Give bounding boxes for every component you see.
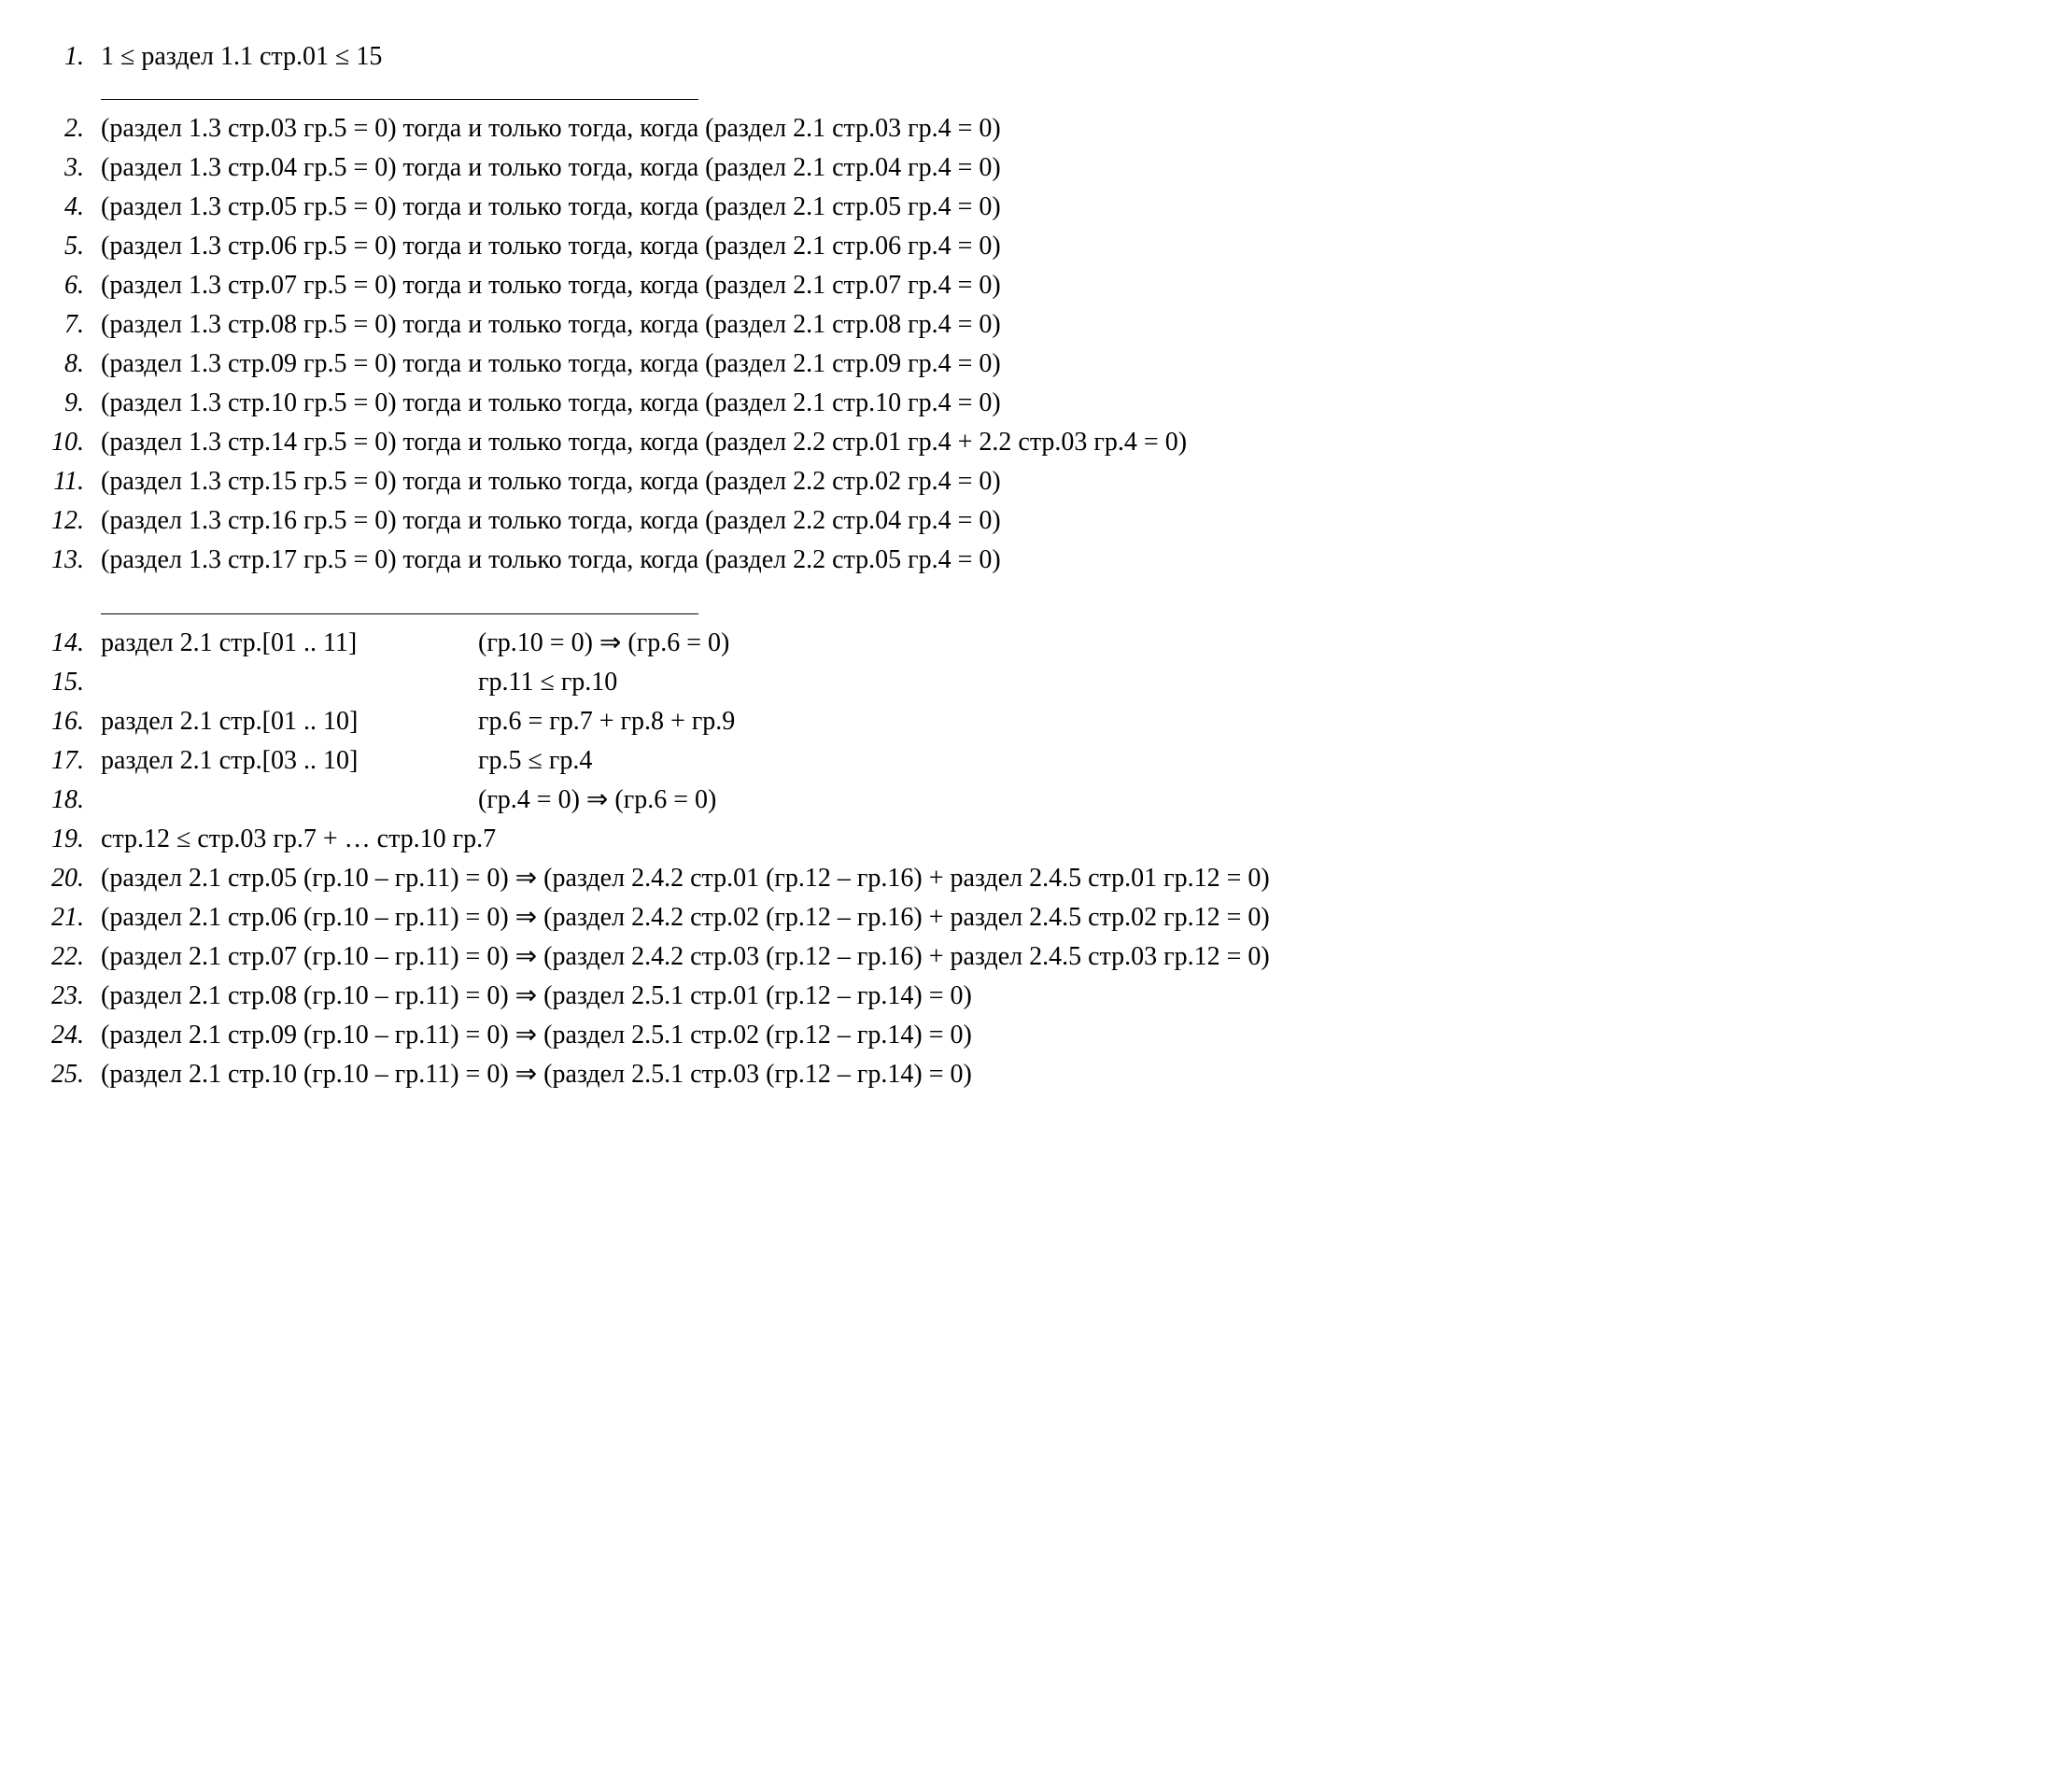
item-text: (раздел 1.3 стр.04 гр.5 = 0) тогда и тол… (101, 148, 2035, 188)
list-item: 25. (раздел 2.1 стр.10 (гр.10 – гр.11) =… (19, 1055, 2035, 1094)
item-text: (раздел 2.1 стр.10 (гр.10 – гр.11) = 0) … (101, 1055, 2035, 1094)
item-number: 24. (19, 1016, 101, 1055)
list-item: 2. (раздел 1.3 стр.03 гр.5 = 0) тогда и … (19, 109, 2035, 148)
item-text: (раздел 1.3 стр.10 гр.5 = 0) тогда и тол… (101, 384, 2035, 423)
item-number: 15. (19, 663, 101, 702)
item-number: 1. (19, 37, 101, 77)
list-item: 6. (раздел 1.3 стр.07 гр.5 = 0) тогда и … (19, 266, 2035, 305)
item-number: 18. (19, 781, 101, 820)
separator (19, 90, 2035, 109)
item-text: (раздел 1.3 стр.08 гр.5 = 0) тогда и тол… (101, 305, 2035, 345)
item-label: раздел 2.1 стр.[03 .. 10] (101, 741, 478, 781)
list-item: 14. раздел 2.1 стр.[01 .. 11] (гр.10 = 0… (19, 624, 2035, 663)
item-number: 2. (19, 109, 101, 148)
item-expr: (гр.4 = 0) ⇒ (гр.6 = 0) (478, 781, 2035, 820)
item-number: 17. (19, 741, 101, 781)
item-text: (раздел 2.1 стр.05 (гр.10 – гр.11) = 0) … (101, 859, 2035, 898)
list-item: 12. (раздел 1.3 стр.16 гр.5 = 0) тогда и… (19, 501, 2035, 541)
list-item: 23. (раздел 2.1 стр.08 (гр.10 – гр.11) =… (19, 977, 2035, 1016)
list-item: 19. стр.12 ≤ стр.03 гр.7 + … стр.10 гр.7 (19, 820, 2035, 859)
item-text: (раздел 2.1 стр.08 (гр.10 – гр.11) = 0) … (101, 977, 2035, 1016)
item-number: 5. (19, 227, 101, 266)
item-text: (раздел 1.3 стр.07 гр.5 = 0) тогда и тол… (101, 266, 2035, 305)
item-text: (раздел 1.3 стр.16 гр.5 = 0) тогда и тол… (101, 501, 2035, 541)
item-number: 16. (19, 702, 101, 741)
item-text: (раздел 1.3 стр.06 гр.5 = 0) тогда и тол… (101, 227, 2035, 266)
item-number: 23. (19, 977, 101, 1016)
item-expr: гр.5 ≤ гр.4 (478, 741, 2035, 781)
item-number: 4. (19, 188, 101, 227)
item-number: 22. (19, 937, 101, 977)
list-item: 13. (раздел 1.3 стр.17 гр.5 = 0) тогда и… (19, 541, 2035, 580)
list-item: 5. (раздел 1.3 стр.06 гр.5 = 0) тогда и … (19, 227, 2035, 266)
item-number: 8. (19, 345, 101, 384)
item-expr: (гр.10 = 0) ⇒ (гр.6 = 0) (478, 624, 2035, 663)
item-text: (раздел 1.3 стр.17 гр.5 = 0) тогда и тол… (101, 541, 2035, 580)
item-text: (раздел 2.1 стр.06 (гр.10 – гр.11) = 0) … (101, 898, 2035, 937)
item-expr: гр.6 = гр.7 + гр.8 + гр.9 (478, 702, 2035, 741)
item-text: (раздел 1.3 стр.03 гр.5 = 0) тогда и тол… (101, 109, 2035, 148)
list-item: 9. (раздел 1.3 стр.10 гр.5 = 0) тогда и … (19, 384, 2035, 423)
item-number: 10. (19, 423, 101, 462)
list-item: 7. (раздел 1.3 стр.08 гр.5 = 0) тогда и … (19, 305, 2035, 345)
list-item: 8. (раздел 1.3 стр.09 гр.5 = 0) тогда и … (19, 345, 2035, 384)
item-text: (раздел 2.1 стр.07 (гр.10 – гр.11) = 0) … (101, 937, 2035, 977)
item-number: 21. (19, 898, 101, 937)
item-number: 13. (19, 541, 101, 580)
list-item: 3. (раздел 1.3 стр.04 гр.5 = 0) тогда и … (19, 148, 2035, 188)
list-item: 4. (раздел 1.3 стр.05 гр.5 = 0) тогда и … (19, 188, 2035, 227)
item-number: 7. (19, 305, 101, 345)
list-item: 15. гр.11 ≤ гр.10 (19, 663, 2035, 702)
list-item: 11. (раздел 1.3 стр.15 гр.5 = 0) тогда и… (19, 462, 2035, 501)
item-text: (раздел 1.3 стр.09 гр.5 = 0) тогда и тол… (101, 345, 2035, 384)
list-item: 10. (раздел 1.3 стр.14 гр.5 = 0) тогда и… (19, 423, 2035, 462)
item-text: (раздел 1.3 стр.14 гр.5 = 0) тогда и тол… (101, 423, 2035, 462)
item-expr: гр.11 ≤ гр.10 (478, 663, 2035, 702)
item-number: 19. (19, 820, 101, 859)
list-item: 18. (гр.4 = 0) ⇒ (гр.6 = 0) (19, 781, 2035, 820)
list-item: 1. 1 ≤ раздел 1.1 стр.01 ≤ 15 (19, 37, 2035, 77)
item-text: (раздел 1.3 стр.05 гр.5 = 0) тогда и тол… (101, 188, 2035, 227)
item-label (101, 781, 478, 820)
item-number: 12. (19, 501, 101, 541)
item-number: 14. (19, 624, 101, 663)
item-text: (раздел 1.3 стр.15 гр.5 = 0) тогда и тол… (101, 462, 2035, 501)
list-item: 21. (раздел 2.1 стр.06 (гр.10 – гр.11) =… (19, 898, 2035, 937)
item-number: 11. (19, 462, 101, 501)
list-item: 16. раздел 2.1 стр.[01 .. 10] гр.6 = гр.… (19, 702, 2035, 741)
item-label: раздел 2.1 стр.[01 .. 11] (101, 624, 478, 663)
item-label: раздел 2.1 стр.[01 .. 10] (101, 702, 478, 741)
separator (19, 604, 2035, 624)
item-number: 3. (19, 148, 101, 188)
list-item: 17. раздел 2.1 стр.[03 .. 10] гр.5 ≤ гр.… (19, 741, 2035, 781)
list-item: 22. (раздел 2.1 стр.07 (гр.10 – гр.11) =… (19, 937, 2035, 977)
item-number: 9. (19, 384, 101, 423)
item-text: (раздел 2.1 стр.09 (гр.10 – гр.11) = 0) … (101, 1016, 2035, 1055)
item-text: 1 ≤ раздел 1.1 стр.01 ≤ 15 (101, 37, 2035, 77)
list-item: 20. (раздел 2.1 стр.05 (гр.10 – гр.11) =… (19, 859, 2035, 898)
item-number: 25. (19, 1055, 101, 1094)
item-label (101, 663, 478, 702)
item-number: 20. (19, 859, 101, 898)
item-number: 6. (19, 266, 101, 305)
item-text: стр.12 ≤ стр.03 гр.7 + … стр.10 гр.7 (101, 820, 2035, 859)
list-item: 24. (раздел 2.1 стр.09 (гр.10 – гр.11) =… (19, 1016, 2035, 1055)
